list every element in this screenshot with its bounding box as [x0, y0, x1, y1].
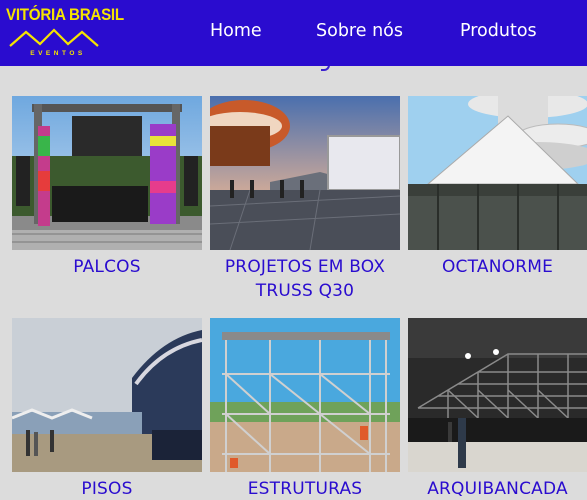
nav-sobre-nos[interactable]: Sobre nós — [316, 21, 403, 41]
product-label-arquibancada[interactable]: ARQUIBANCADA — [388, 477, 587, 500]
stage-photo[interactable] — [12, 96, 202, 250]
site-header: VITÓRIA BRASIL EVENTOS Home Sobre nós Pr… — [0, 0, 587, 66]
scaffold-photo[interactable] — [210, 318, 400, 472]
nav-home[interactable]: Home — [210, 21, 262, 41]
bleachers-photo[interactable] — [408, 318, 587, 472]
product-label-pisos[interactable]: PISOS — [2, 477, 212, 500]
floor-photo[interactable] — [12, 318, 202, 472]
tent-photo[interactable] — [408, 96, 587, 250]
box-truss-photo[interactable] — [210, 96, 400, 250]
brand-tagline: EVENTOS — [30, 50, 86, 57]
product-label-estruturas[interactable]: ESTRUTURAS — [200, 477, 410, 500]
partial-heading-glyph — [321, 62, 330, 71]
product-label-box-truss[interactable]: PROJETOS EM BOX TRUSS Q30 — [200, 255, 410, 303]
product-label-palcos[interactable]: PALCOS — [2, 255, 212, 279]
product-label-octanorme[interactable]: OCTANORME — [388, 255, 587, 279]
main-nav: Home Sobre nós Produtos — [0, 21, 587, 47]
nav-produtos[interactable]: Produtos — [460, 21, 537, 41]
